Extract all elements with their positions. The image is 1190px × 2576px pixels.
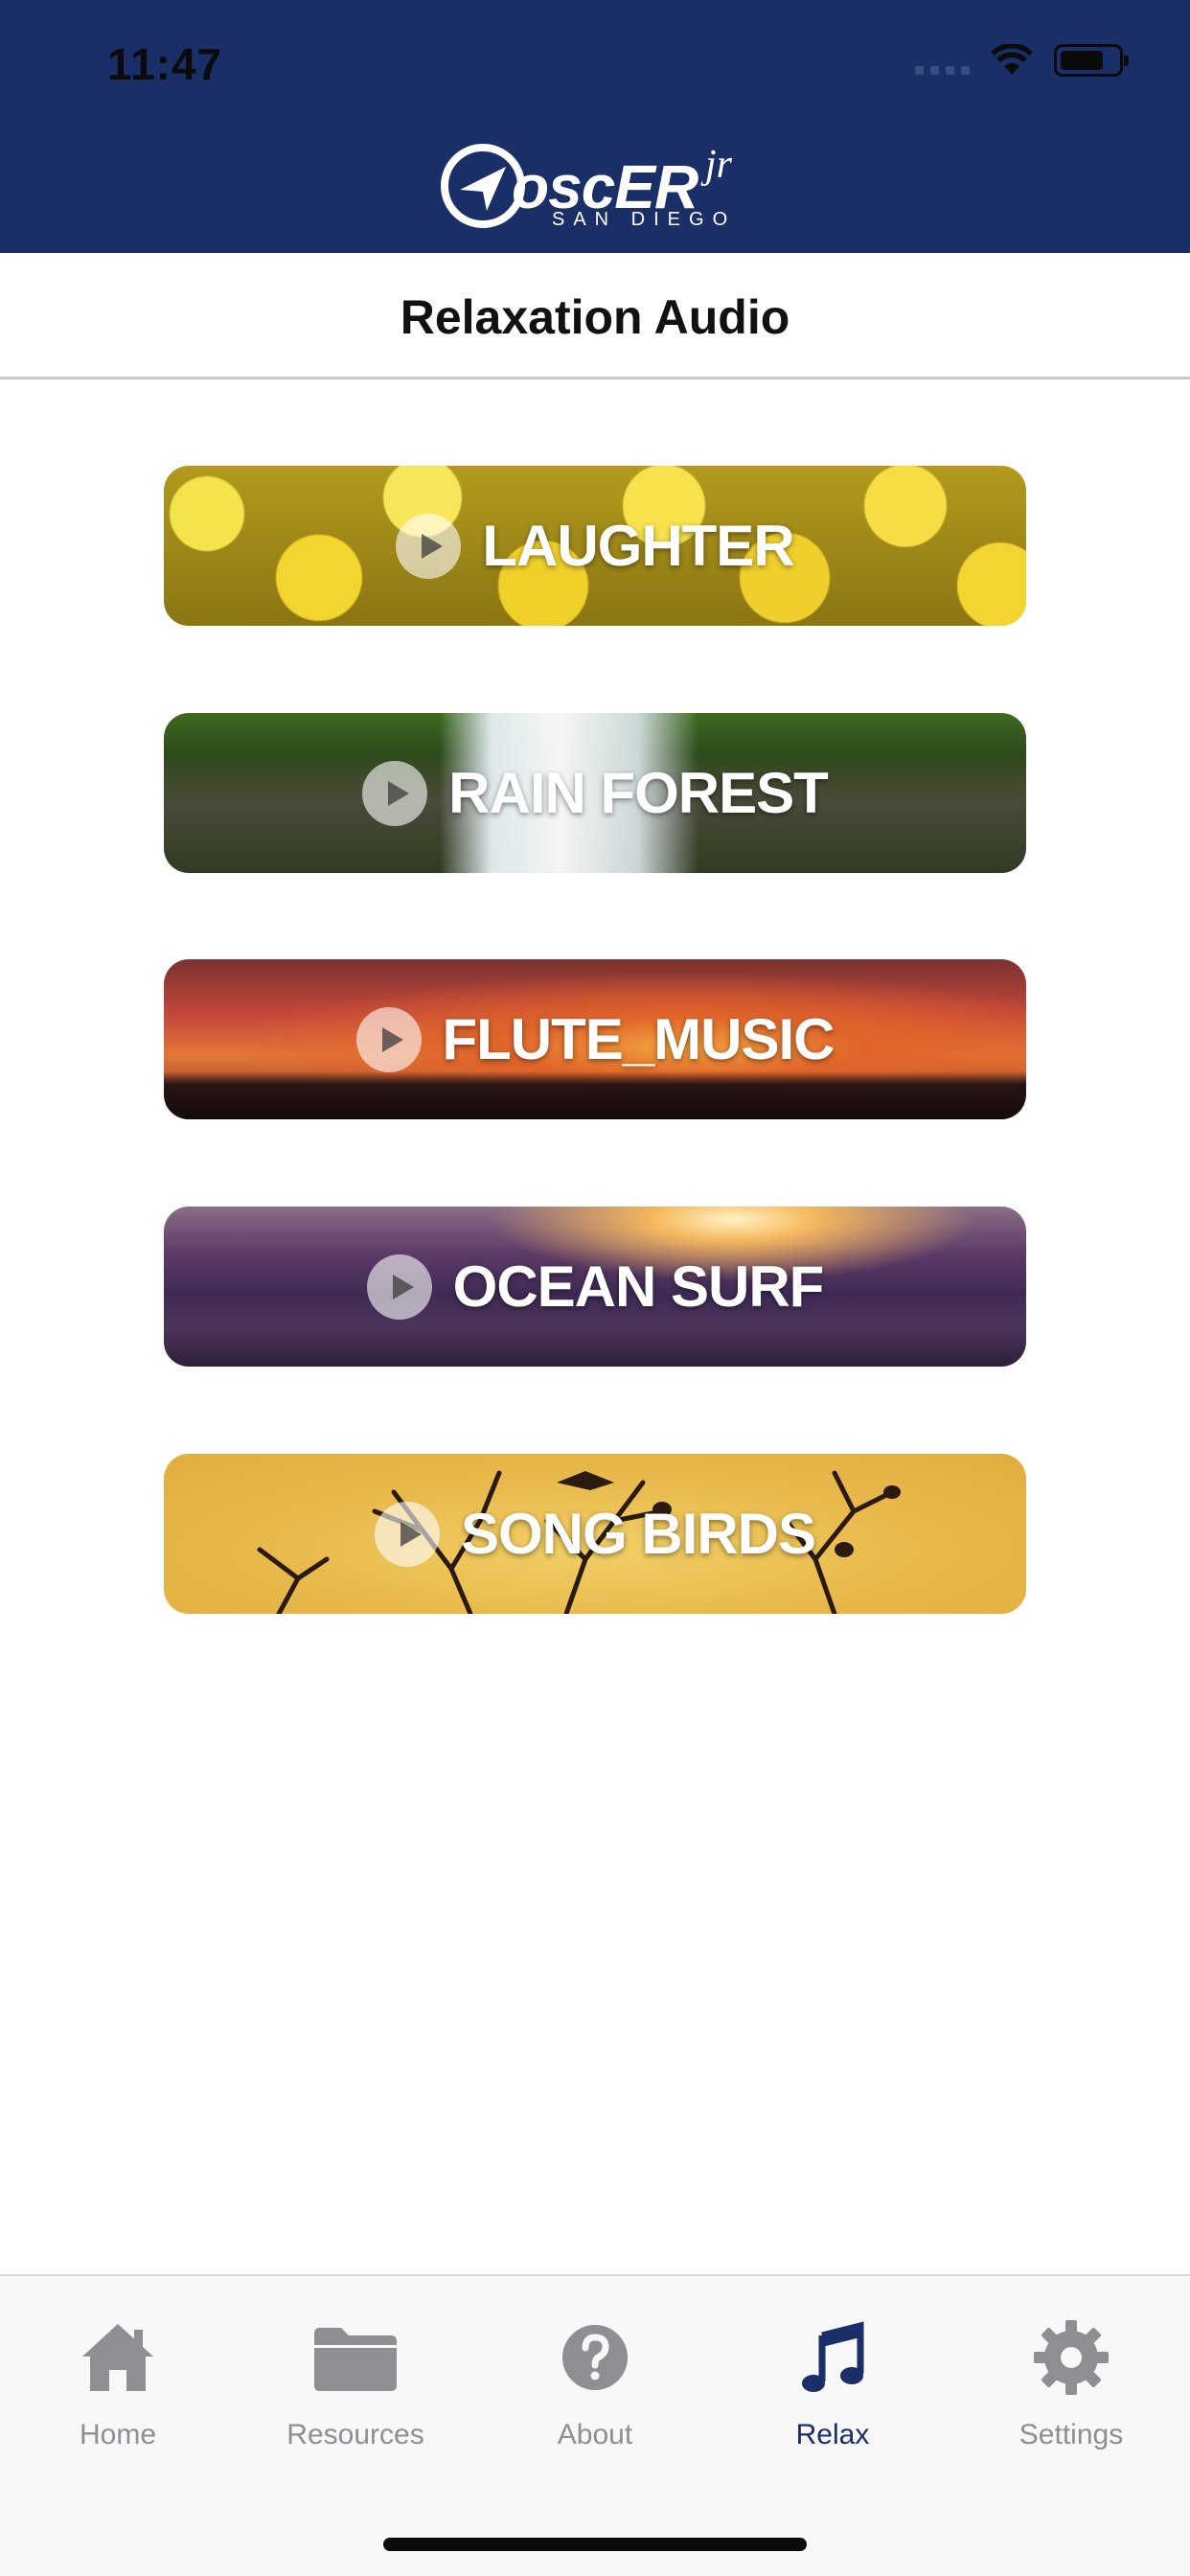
logo-subtitle: SAN DIEGO xyxy=(552,209,737,230)
audio-laughter-button[interactable]: LAUGHTER xyxy=(164,466,1026,626)
question-icon xyxy=(562,2325,628,2390)
battery-icon xyxy=(1054,44,1129,77)
audio-label: LAUGHTER xyxy=(482,514,794,578)
title-bar: Relaxation Audio xyxy=(0,253,1190,380)
page-title: Relaxation Audio xyxy=(400,290,790,344)
tab-home[interactable]: Home xyxy=(22,2314,214,2451)
audio-flute-music-button[interactable]: FLUTE_MUSIC xyxy=(164,959,1026,1119)
app-header: 11:47 oscER jr SAN DIEGO xyxy=(0,0,1190,253)
tab-label: Home xyxy=(79,2419,157,2450)
cellular-signal-icon xyxy=(915,46,970,75)
tab-settings[interactable]: Settings xyxy=(975,2314,1167,2451)
tab-label: About xyxy=(557,2419,633,2450)
tab-resources[interactable]: Resources xyxy=(260,2314,451,2451)
audio-rain-forest-button[interactable]: RAIN FOREST xyxy=(164,713,1026,873)
tab-label: Settings xyxy=(1018,2419,1124,2450)
tab-label: Relax xyxy=(795,2419,870,2450)
play-icon xyxy=(362,760,428,826)
music-note-icon xyxy=(802,2321,864,2392)
play-icon xyxy=(366,1254,432,1320)
play-icon xyxy=(396,513,462,579)
tab-relax[interactable]: Relax xyxy=(737,2314,928,2451)
gear-icon xyxy=(1034,2320,1109,2395)
tab-bar: Home Resources About Relax Settings xyxy=(0,2274,1190,2576)
play-icon xyxy=(374,1501,440,1567)
tab-label: Resources xyxy=(286,2419,424,2450)
audio-label: SONG BIRDS xyxy=(460,1502,816,1566)
audio-label: RAIN FOREST xyxy=(448,761,829,825)
audio-label: OCEAN SURF xyxy=(452,1254,825,1319)
play-icon xyxy=(355,1006,422,1072)
oscer-logo: oscER jr SAN DIEGO xyxy=(439,142,755,238)
tab-about[interactable]: About xyxy=(499,2314,691,2451)
audio-label: FLUTE_MUSIC xyxy=(442,1007,835,1071)
home-indicator[interactable] xyxy=(383,2538,807,2551)
home-icon xyxy=(82,2324,153,2391)
audio-ocean-surf-button[interactable]: OCEAN SURF xyxy=(164,1207,1026,1367)
folder-icon xyxy=(314,2328,397,2391)
status-time: 11:47 xyxy=(107,39,223,89)
status-indicators xyxy=(915,44,1129,77)
logo-superscript: jr xyxy=(705,143,733,187)
wifi-icon xyxy=(991,44,1033,75)
audio-song-birds-button[interactable]: SONG BIRDS xyxy=(164,1454,1026,1614)
